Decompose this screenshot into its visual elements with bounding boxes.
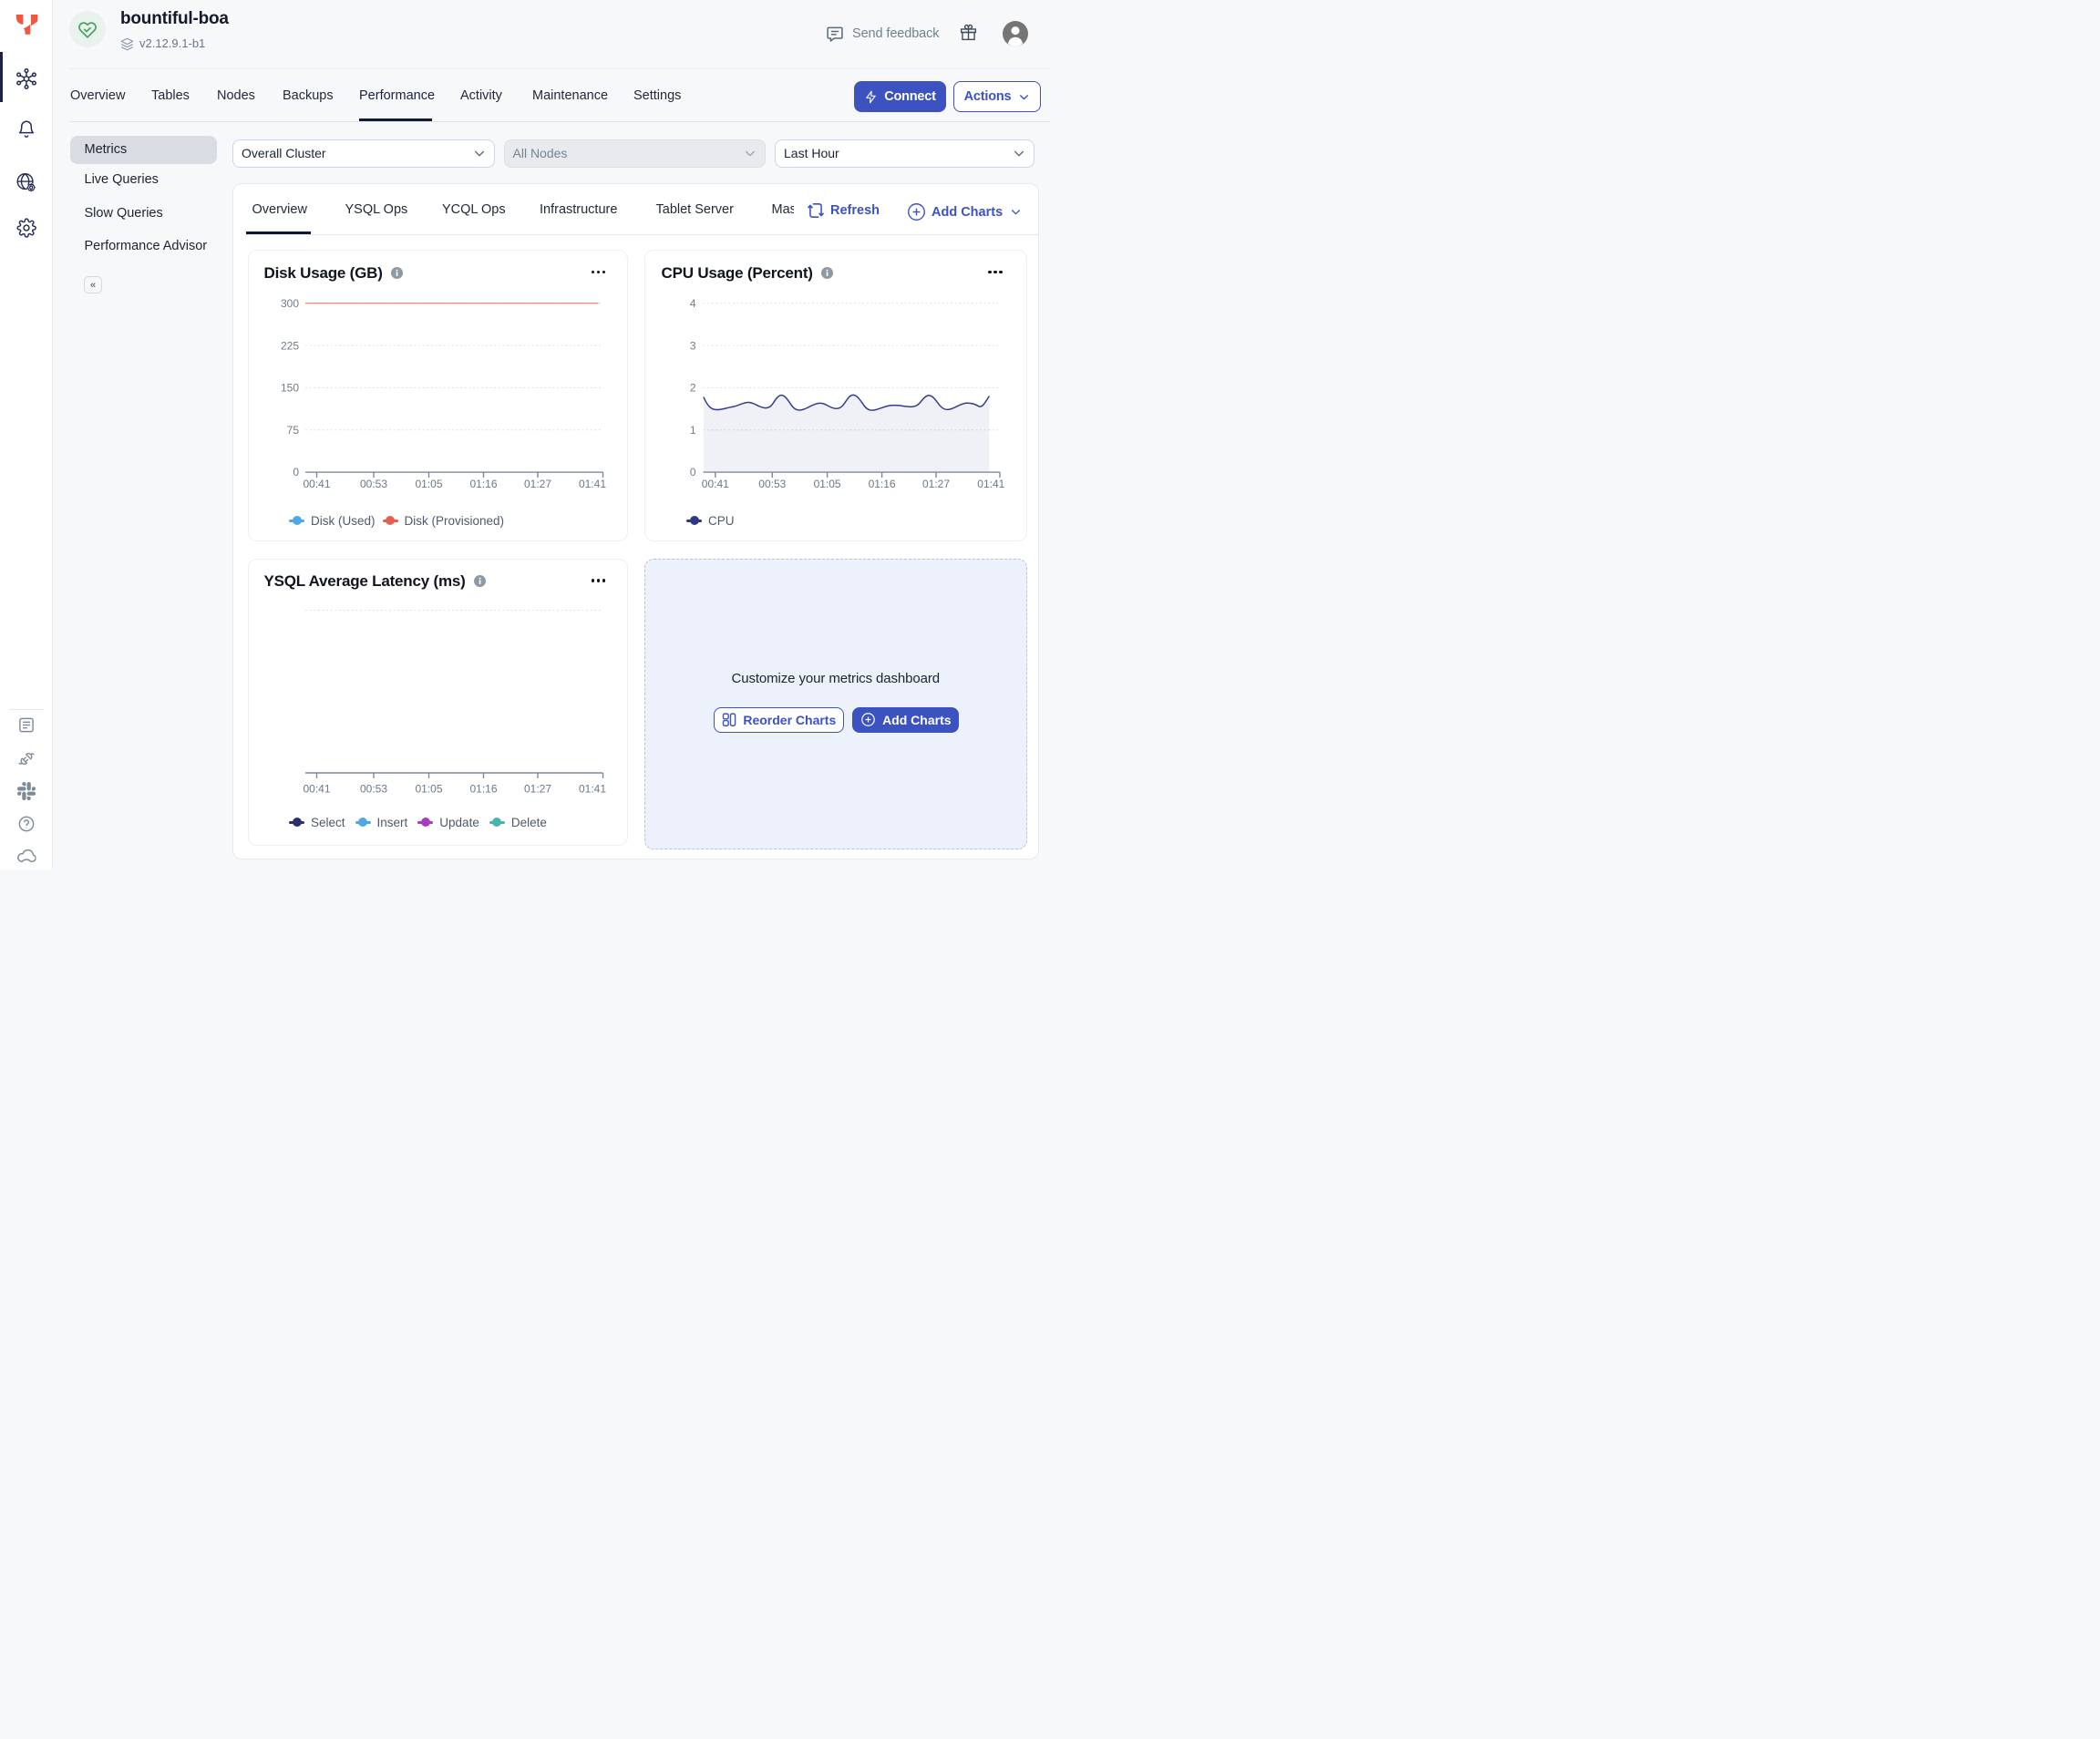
svg-text:01:27: 01:27 [523,478,551,490]
svg-text:01:41: 01:41 [977,478,1004,490]
svg-text:01:41: 01:41 [578,478,605,490]
svg-text:150: 150 [280,381,298,394]
svg-text:01:16: 01:16 [469,478,497,490]
svg-text:0: 0 [293,466,299,478]
svg-text:01:41: 01:41 [578,782,605,795]
svg-text:300: 300 [280,297,298,310]
svg-text:4: 4 [690,297,696,310]
svg-text:00:41: 00:41 [303,478,330,490]
svg-text:75: 75 [286,423,299,436]
svg-text:01:16: 01:16 [469,782,497,795]
svg-text:01:05: 01:05 [415,478,442,490]
svg-text:3: 3 [690,339,696,352]
svg-text:01:16: 01:16 [869,478,896,490]
svg-text:225: 225 [280,339,298,352]
svg-text:00:53: 00:53 [359,478,386,490]
svg-text:01:27: 01:27 [523,782,551,795]
svg-text:01:05: 01:05 [415,782,442,795]
svg-text:00:53: 00:53 [758,478,786,490]
svg-text:1: 1 [690,423,696,436]
svg-text:00:41: 00:41 [303,782,330,795]
svg-text:01:27: 01:27 [922,478,950,490]
svg-text:00:41: 00:41 [702,478,729,490]
svg-text:2: 2 [690,381,696,394]
svg-text:00:53: 00:53 [359,782,386,795]
svg-text:01:05: 01:05 [814,478,841,490]
svg-text:0: 0 [690,466,696,478]
